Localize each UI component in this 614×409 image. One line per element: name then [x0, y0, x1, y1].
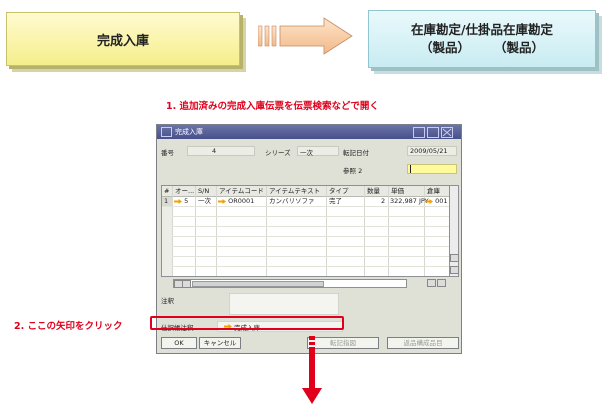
col-header-sn[interactable]: S/N: [198, 186, 209, 196]
minimize-icon[interactable]: [413, 127, 425, 138]
ok-button[interactable]: OK: [161, 337, 197, 349]
scroll-up-icon[interactable]: [450, 254, 459, 262]
ref2-field[interactable]: [407, 164, 457, 174]
grid-horizontal-scrollbar[interactable]: [173, 279, 407, 288]
scroll-left-icon-2[interactable]: [427, 279, 436, 287]
posting-date-value: 2009/05/21: [410, 147, 448, 155]
close-icon[interactable]: [441, 127, 453, 138]
col-header-order[interactable]: オー...: [175, 186, 194, 196]
posting-date-field[interactable]: 2009/05/21: [407, 146, 457, 156]
link-arrow-icon[interactable]: [218, 198, 226, 204]
window-titlebar[interactable]: 完成入庫: [157, 125, 461, 139]
series-value: 一次: [300, 149, 313, 157]
col-header-item-code[interactable]: アイテムコード: [219, 186, 264, 196]
col-header-qty[interactable]: 数量: [367, 186, 380, 196]
col-header-warehouse[interactable]: 倉庫: [427, 186, 440, 196]
series-select[interactable]: 一次: [297, 146, 339, 157]
series-label: シリーズ: [265, 149, 291, 157]
col-header-type[interactable]: タイプ: [329, 186, 349, 196]
text-cursor: [410, 165, 411, 173]
item-grid[interactable]: # オー... S/N アイテムコード アイテムテキスト タイプ 数量 単価 倉…: [161, 185, 451, 277]
link-arrow-icon[interactable]: [174, 198, 182, 204]
window-icon: [161, 127, 172, 137]
table-row-num: 1: [164, 197, 169, 205]
ref2-label: 参照 2: [343, 167, 363, 175]
flow-box-sub-right: （製品）: [494, 40, 545, 55]
table-row-item-text: カンバリソファ: [269, 197, 315, 205]
table-row-unit-price: 322,987 JPY: [390, 197, 429, 205]
flow-box-inventory-account-title: 在庫勘定/仕掛品在庫勘定: [410, 22, 554, 37]
highlight-frame: [150, 316, 344, 330]
maximize-icon[interactable]: [427, 127, 439, 138]
copy-to-button[interactable]: 返品構成品目: [387, 337, 459, 349]
flow-box-production-receipt: 完成入庫: [6, 12, 240, 66]
table-row-item-code-value: OR0001: [228, 197, 255, 205]
scroll-thumb[interactable]: [192, 281, 324, 287]
flow-arrow-icon: [258, 17, 353, 55]
row-headers: [162, 207, 172, 276]
window-title: 完成入庫: [175, 128, 203, 136]
table-row-qty: 2: [381, 197, 386, 205]
table-row-warehouse-value: 001: [435, 197, 448, 205]
col-header-item-text[interactable]: アイテムテキスト: [269, 186, 320, 196]
instruction-step-1: 1. 追加済みの完成入庫伝票を伝票検索などで開く: [166, 101, 379, 112]
table-row-order-value: 5: [184, 197, 189, 205]
flow-box-inventory-account: 在庫勘定/仕掛品在庫勘定 （製品） （製品）: [368, 10, 596, 68]
scroll-right-icon-2[interactable]: [437, 279, 446, 287]
table-row-item-code[interactable]: OR0001: [218, 197, 254, 206]
col-header-unit-price[interactable]: 単価: [391, 186, 404, 196]
table-row-warehouse[interactable]: 001: [425, 197, 448, 206]
col-header-num[interactable]: #: [164, 186, 169, 196]
remarks-textarea[interactable]: [229, 293, 339, 315]
posting-date-label: 転記日付: [343, 149, 369, 157]
grid-vertical-scrollbar[interactable]: [449, 185, 459, 277]
number-field[interactable]: 4: [187, 146, 255, 156]
link-arrow-icon[interactable]: [425, 198, 433, 204]
number-label: 番号: [161, 149, 174, 157]
flow-box-production-receipt-label: 完成入庫: [96, 33, 149, 49]
table-row-type: 完了: [329, 197, 342, 205]
number-value: 4: [212, 147, 217, 155]
table-row-sn: 一次: [198, 197, 211, 205]
remarks-label: 注釈: [161, 297, 174, 305]
flow-box-sub-left: （製品）: [419, 40, 470, 55]
instruction-step-2: 2. ここの矢印をクリック: [14, 321, 123, 332]
scroll-down-icon[interactable]: [450, 266, 459, 274]
table-row-order[interactable]: 5: [174, 197, 188, 206]
down-arrow-icon: [302, 336, 322, 404]
scroll-right-icon[interactable]: [182, 280, 191, 288]
cancel-button[interactable]: キャンセル: [199, 337, 241, 349]
